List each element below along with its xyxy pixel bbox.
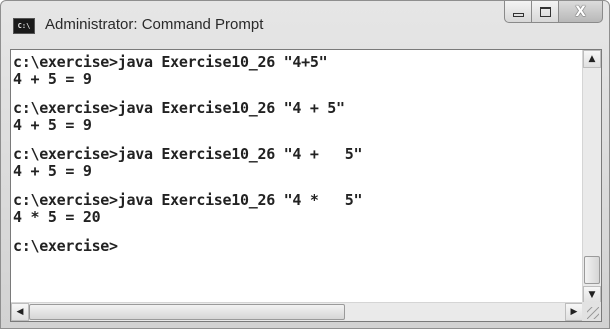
console-line-command: c:\exercise>java Exercise10_26 "4 * 5": [13, 191, 363, 209]
console-line-command: c:\exercise>java Exercise10_26 "4+5": [13, 53, 328, 71]
arrow-right-icon: ▶: [570, 307, 578, 317]
console-line-output: 4 + 5 = 9: [13, 116, 92, 134]
arrow-up-icon: ▲: [588, 54, 596, 64]
console-line-output: 4 + 5 = 9: [13, 162, 92, 180]
console-output[interactable]: c:\exercise>java Exercise10_26 "4+5" 4 +…: [11, 50, 583, 304]
maximize-button[interactable]: [532, 1, 559, 23]
horizontal-scroll-thumb[interactable]: [29, 304, 345, 320]
command-prompt-window: C:\ Administrator: Command Prompt X c:\e…: [0, 0, 610, 329]
resize-grip-icon: [587, 307, 599, 319]
console-line-output: 4 + 5 = 9: [13, 70, 92, 88]
console-line-output: 4 * 5 = 20: [13, 208, 101, 226]
scroll-up-button[interactable]: ▲: [583, 50, 601, 68]
title-bar[interactable]: C:\ Administrator: Command Prompt X: [1, 1, 609, 49]
scroll-left-button[interactable]: ◀: [11, 303, 29, 321]
command-prompt-icon[interactable]: C:\: [13, 18, 35, 34]
maximize-icon: [539, 6, 551, 17]
minimize-button[interactable]: [504, 1, 532, 23]
close-button[interactable]: X: [559, 1, 603, 23]
window-controls: X: [504, 1, 603, 25]
vertical-scrollbar[interactable]: ▲ ▼: [582, 50, 601, 304]
arrow-down-icon: ▼: [588, 290, 596, 300]
horizontal-scrollbar[interactable]: ◀ ▶: [11, 302, 583, 321]
scroll-right-button[interactable]: ▶: [565, 303, 583, 321]
vertical-scroll-thumb[interactable]: [584, 256, 600, 284]
arrow-left-icon: ◀: [16, 307, 24, 317]
console-prompt-line: c:\exercise>: [13, 237, 118, 255]
console-client-area: c:\exercise>java Exercise10_26 "4+5" 4 +…: [10, 49, 602, 322]
console-line-command: c:\exercise>java Exercise10_26 "4 + 5": [13, 99, 345, 117]
close-icon: X: [575, 3, 586, 20]
resize-grip[interactable]: [582, 302, 601, 321]
console-line-command: c:\exercise>java Exercise10_26 "4 + 5": [13, 145, 363, 163]
window-title: Administrator: Command Prompt: [45, 16, 264, 33]
minimize-icon: [512, 12, 524, 17]
